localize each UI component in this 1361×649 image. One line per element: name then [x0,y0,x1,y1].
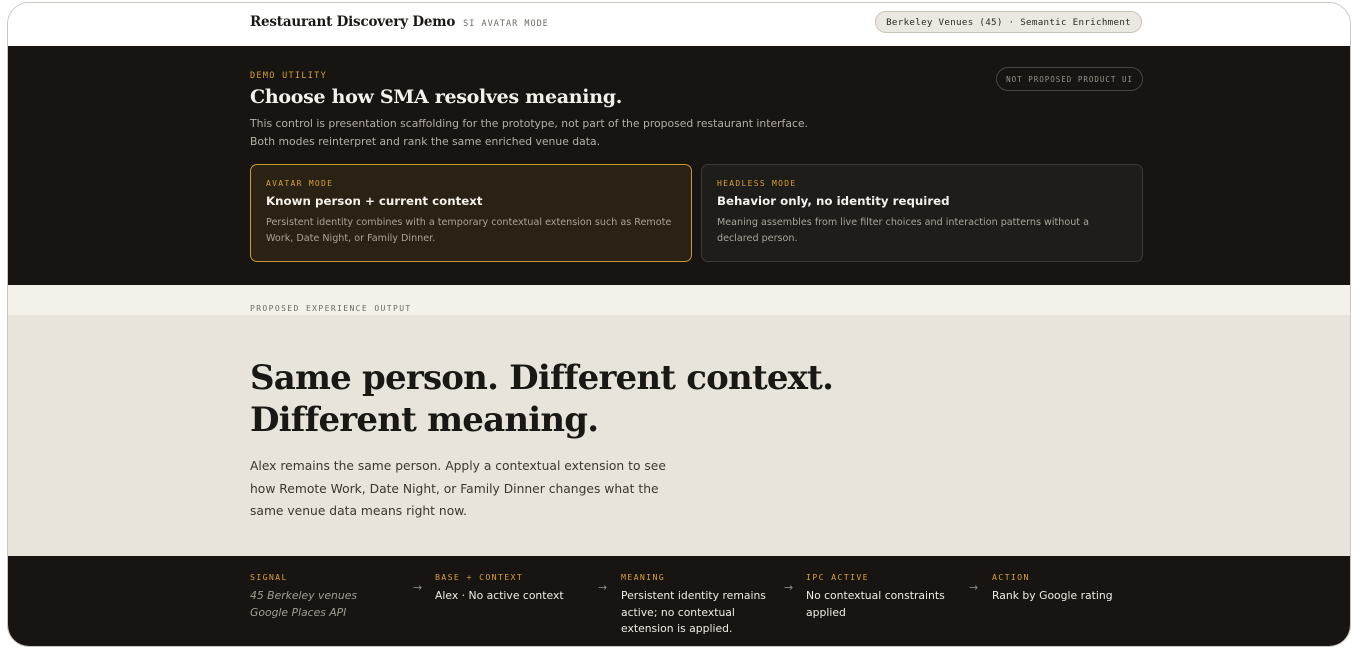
demo-utility-panel: DEMO UTILITY Choose how SMA resolves mea… [8,46,1350,285]
pipeline-step-action: ACTION Rank by Google rating [992,572,1152,605]
utility-description: This control is presentation scaffolding… [250,115,870,150]
hero-description: Alex remains the same person. Apply a co… [250,459,666,518]
utility-eyebrow: DEMO UTILITY [250,71,328,81]
not-proposed-badge: NOT PROPOSED PRODUCT UI [996,67,1143,91]
output-label: PROPOSED EXPERIENCE OUTPUT [250,304,412,313]
step-eyebrow: ACTION [992,572,1030,582]
utility-title: Choose how SMA resolves meaning. [250,86,623,108]
hero-title: Same person. Different context. Differen… [250,357,870,441]
step-body: Rank by Google rating [992,589,1113,602]
hero-section: Same person. Different context. Differen… [8,315,1350,556]
headless-mode-title: Behavior only, no identity required [717,194,950,208]
avatar-mode-title: Known person + current context [266,194,483,208]
hero-title-line2: Different meaning. [250,400,599,440]
utility-desc-line2: Both modes reinterpret and rank the same… [250,134,601,148]
arrow-right-icon: → [598,581,608,594]
step-eyebrow: SIGNAL [250,572,288,582]
signal-line1: 45 Berkeley venues [250,589,358,602]
app-title: Restaurant Discovery Demo [250,14,456,30]
step-body: Alex · No active context [435,589,564,602]
app-window: Restaurant Discovery Demo SI AVATAR MODE… [7,2,1351,647]
meaning-pipeline: SIGNAL 45 Berkeley venues Google Places … [8,556,1350,646]
step-body: No contextual constraints applied [806,589,945,619]
avatar-mode-desc: Persistent identity combines with a temp… [266,217,672,244]
avatar-mode-card[interactable]: AVATAR MODE Known person + current conte… [250,164,692,262]
arrow-right-icon: → [969,581,979,594]
pipeline-step-meaning: MEANING Persistent identity remains acti… [621,572,771,638]
headless-mode-card[interactable]: HEADLESS MODE Behavior only, no identity… [701,164,1143,262]
brand: Restaurant Discovery Demo SI AVATAR MODE [250,14,549,30]
top-header: Restaurant Discovery Demo SI AVATAR MODE… [8,3,1350,46]
arrow-right-icon: → [784,581,794,594]
step-body: Persistent identity remains active; no c… [621,589,766,635]
hero-title-line1: Same person. Different context. [250,358,834,398]
output-label-strip: PROPOSED EXPERIENCE OUTPUT [8,285,1350,315]
step-eyebrow: BASE + CONTEXT [435,572,524,582]
headless-mode-eyebrow: HEADLESS MODE [717,179,797,188]
avatar-mode-eyebrow: AVATAR MODE [266,179,334,188]
step-body: 45 Berkeley venues Google Places API [250,588,410,621]
signal-line2: Google Places API [250,605,347,619]
arrow-right-icon: → [413,581,423,594]
utility-desc-line1: This control is presentation scaffolding… [250,117,808,130]
pipeline-step-signal: SIGNAL 45 Berkeley venues Google Places … [250,572,410,621]
headless-mode-desc: Meaning assembles from live filter choic… [717,217,1089,244]
step-eyebrow: MEANING [621,572,666,582]
pipeline-step-ipc-active: IPC ACTIVE No contextual constraints app… [806,572,956,621]
step-eyebrow: IPC ACTIVE [806,572,869,582]
mode-tag: SI AVATAR MODE [463,19,549,29]
pipeline-step-base-context: BASE + CONTEXT Alex · No active context [435,572,595,605]
dataset-pill: Berkeley Venues (45) · Semantic Enrichme… [875,11,1142,33]
